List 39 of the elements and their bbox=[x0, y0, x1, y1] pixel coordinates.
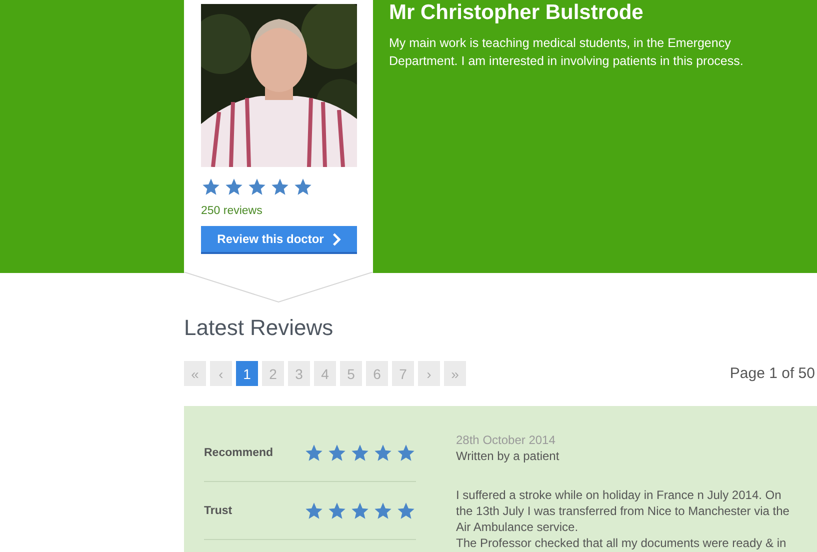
page-button[interactable]: » bbox=[444, 361, 466, 386]
page-button[interactable]: 6 bbox=[366, 361, 388, 386]
star-icon bbox=[396, 442, 416, 462]
review-count[interactable]: 250 reviews bbox=[201, 205, 356, 217]
review-button[interactable]: Review this doctor bbox=[201, 226, 357, 254]
doctor-name: Mr Christopher Bulstrode bbox=[389, 0, 644, 26]
star-icon bbox=[373, 442, 393, 462]
star-icon bbox=[373, 500, 393, 520]
review-date: 28th October 2014 bbox=[456, 432, 556, 448]
page-info: Page 1 of 50 bbox=[730, 365, 815, 382]
star-icon bbox=[350, 500, 370, 520]
page-button[interactable]: ‹ bbox=[210, 361, 232, 386]
doctor-bio: My main work is teaching medical students, in the Emergency Department. I am interested in involving patients in this process. bbox=[389, 35, 744, 70]
star-icon bbox=[327, 500, 347, 520]
star-icon bbox=[350, 442, 370, 462]
star-icon bbox=[304, 442, 324, 462]
page-button[interactable]: 4 bbox=[314, 361, 336, 386]
star-icon bbox=[247, 177, 267, 197]
review-text: The Professor checked that all my documents were ready & in bbox=[456, 535, 788, 551]
section-heading: Latest Reviews bbox=[184, 314, 334, 342]
page-button[interactable]: 5 bbox=[340, 361, 362, 386]
page-button[interactable]: 3 bbox=[288, 361, 310, 386]
page-button[interactable]: 7 bbox=[392, 361, 414, 386]
chevron-icon bbox=[332, 232, 341, 246]
page-button[interactable]: « bbox=[184, 361, 206, 386]
star-icon bbox=[396, 500, 416, 520]
review-text: I suffered a stroke while on holiday in France n July 2014. On the 13th July I was transferred from Nice to Manchester via the Air Ambulance service. bbox=[456, 487, 790, 535]
page-button[interactable]: 1 bbox=[236, 361, 258, 386]
star-icon bbox=[327, 442, 347, 462]
star-icon bbox=[224, 177, 244, 197]
star-icon bbox=[293, 177, 313, 197]
star-icon bbox=[201, 177, 221, 197]
review-author: Written by a patient bbox=[456, 448, 560, 464]
star-icon bbox=[304, 500, 324, 520]
rating-label: Recommend bbox=[204, 446, 274, 458]
rating-label: Trust bbox=[204, 504, 234, 516]
page-button[interactable]: › bbox=[418, 361, 440, 386]
star-icon bbox=[270, 177, 290, 197]
page-button[interactable]: 2 bbox=[262, 361, 284, 386]
